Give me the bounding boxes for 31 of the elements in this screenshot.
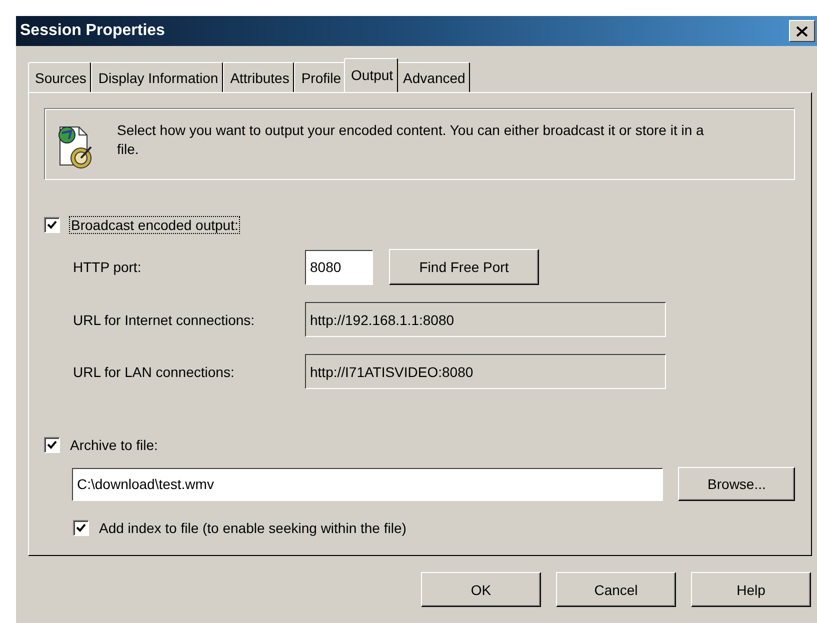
check-icon [76,523,86,533]
close-icon [796,26,808,36]
close-button[interactable] [789,20,815,42]
check-icon [47,440,57,450]
check-icon [47,220,57,230]
file-path-field[interactable]: C:\download\test.wmv [72,468,664,500]
checkbox[interactable] [44,437,60,453]
checkbox-label: Add index to file (to enable seeking within the file) [99,520,406,536]
dialog-button[interactable]: Cancel [556,572,676,607]
find-port-button[interactable]: Find Free Port [389,249,539,285]
browse-button[interactable]: Browse... [678,467,795,501]
checkbox-label: Archive to file: [70,437,158,453]
tab[interactable]: Output [344,58,398,92]
tab[interactable]: Sources [28,62,92,92]
tab[interactable]: Profile [294,62,346,92]
checkbox[interactable] [73,520,89,536]
port-field[interactable]: 8080 [305,250,373,284]
url-field: http://192.168.1.1:8080 [305,302,666,337]
description-text: Select how you want to output your encoded content. You can either broadcast it or store it in a file. [117,121,704,159]
field-label: URL for LAN connections: [73,364,236,380]
tab[interactable]: Attributes [223,62,294,92]
url-field: http://I71ATISVIDEO:8080 [305,354,666,389]
field-label: URL for Internet connections: [73,312,256,328]
tab[interactable]: Display Information [91,62,224,92]
dialog-button[interactable]: Help [691,572,811,607]
dialog-button[interactable]: OK [421,572,541,607]
window-title: Session Properties [20,22,165,40]
checkbox-label: Broadcast encoded output: [70,217,240,233]
field-label: HTTP port: [73,259,142,275]
tab[interactable]: Advanced [396,62,470,92]
checkbox[interactable] [44,217,60,233]
